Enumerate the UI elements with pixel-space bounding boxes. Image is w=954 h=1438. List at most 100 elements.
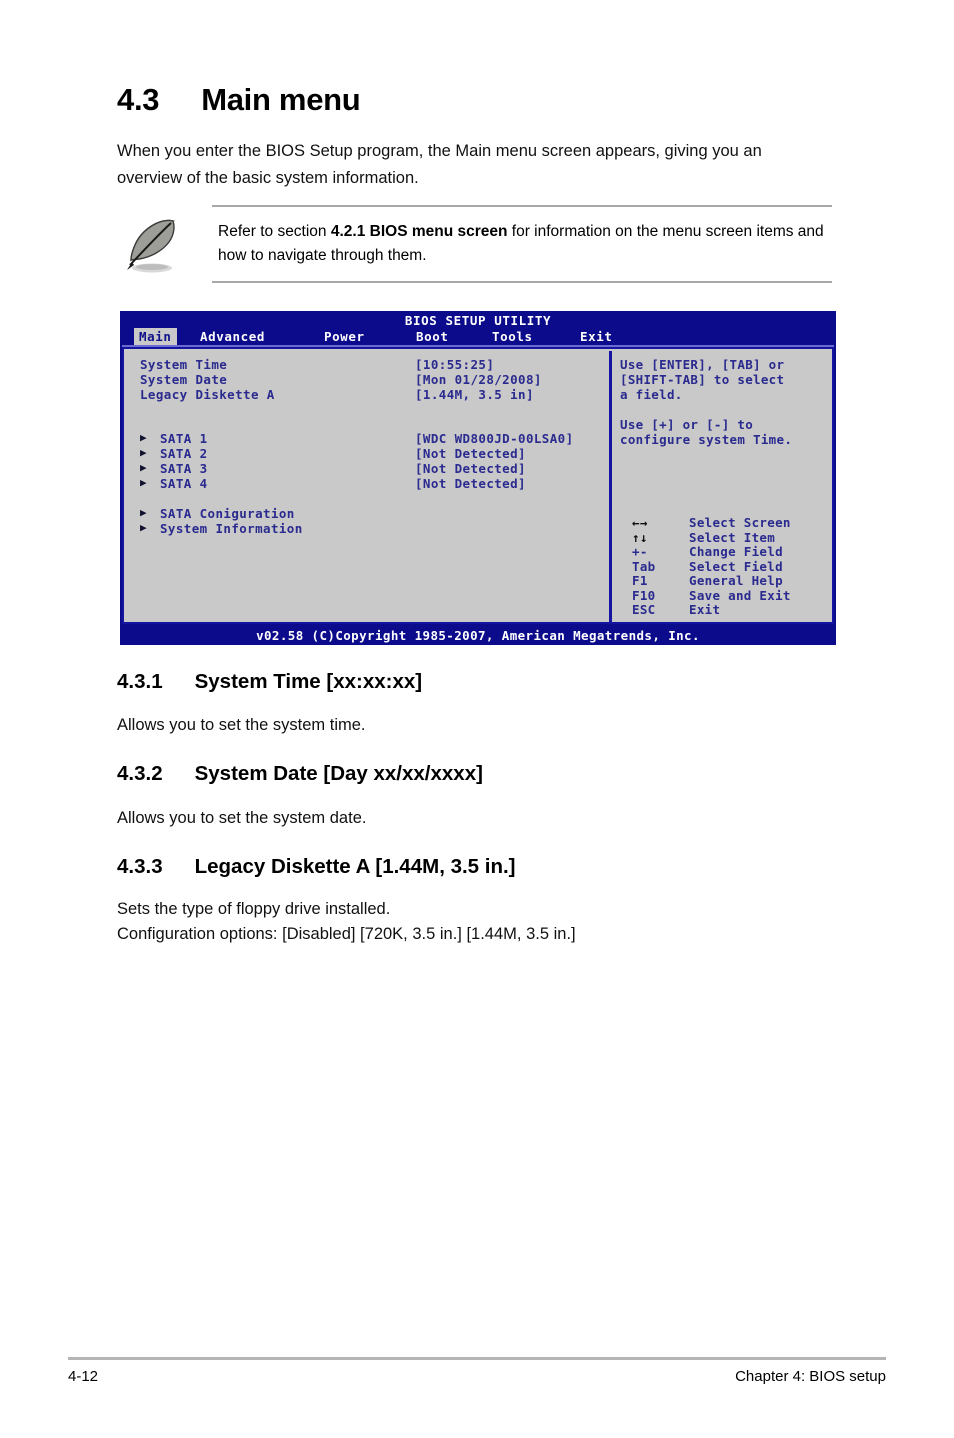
bios-item-system-date[interactable]: System Date [Mon 01/28/2008] xyxy=(140,372,600,387)
bios-key-change-field: +- Change Field xyxy=(632,544,827,560)
triangle-right-icon: ▶ xyxy=(140,461,148,474)
note-prefix: Refer to section xyxy=(218,223,331,240)
bios-item-sata-3[interactable]: ▶ SATA 3 [Not Detected] xyxy=(140,461,600,476)
feather-pen-icon xyxy=(122,213,184,277)
bios-help-panel: Use [ENTER], [TAB] or [SHIFT-TAB] to sel… xyxy=(620,357,820,447)
subsection-number: 4.3.1 xyxy=(117,670,163,693)
bios-item-sata-1[interactable]: ▶ SATA 1 [WDC WD800JD-00LSA0] xyxy=(140,431,600,446)
subsection-body-433-options: Configuration options: [Disabled] [720K,… xyxy=(117,925,576,943)
bios-key-desc: General Help xyxy=(689,573,783,588)
subsection-body-432: Allows you to set the system date. xyxy=(117,809,367,827)
bios-key-desc: Change Field xyxy=(689,544,783,559)
triangle-right-icon: ▶ xyxy=(140,431,148,444)
bios-settings-list: System Time [10:55:25] System Date [Mon … xyxy=(140,357,600,536)
bios-item-system-time[interactable]: System Time [10:55:25] xyxy=(140,357,600,372)
triangle-right-icon: ▶ xyxy=(140,476,148,489)
note-callout: Refer to section 4.2.1 BIOS menu screen … xyxy=(117,205,832,283)
triangle-right-icon: ▶ xyxy=(140,506,148,519)
triangle-right-icon: ▶ xyxy=(140,446,148,459)
bios-item-label: Legacy Diskette A xyxy=(140,387,275,402)
bios-key-select-screen: ←→ Select Screen xyxy=(632,515,827,531)
bios-item-value: [1.44M, 3.5 in] xyxy=(415,387,534,402)
bios-key-label: F1 xyxy=(632,573,648,588)
bios-utility-title: BIOS SETUP UTILITY xyxy=(404,313,552,328)
bios-key-desc: Select Item xyxy=(689,529,776,545)
bios-key-select-item: ↑↓ Select Item xyxy=(632,529,827,546)
bios-item-sata-2[interactable]: ▶ SATA 2 [Not Detected] xyxy=(140,446,600,461)
bios-item-value: [Not Detected] xyxy=(415,461,526,476)
bios-key-legend: ←→ Select Screen ↑↓ Select Item +- Chang… xyxy=(632,515,827,618)
bios-tab-main[interactable]: Main xyxy=(134,328,177,345)
subsection-heading-432: 4.3.2 System Date [Day xx/xx/xxxx] xyxy=(117,762,483,786)
bios-item-value: [Mon 01/28/2008] xyxy=(415,372,542,387)
bios-item-label: SATA Coniguration xyxy=(160,506,295,521)
bios-help-line: Use [ENTER], [TAB] or xyxy=(620,357,785,372)
bios-item-label: SATA 4 xyxy=(160,476,208,491)
bios-key-label: F10 xyxy=(632,587,656,603)
bios-key-label: +- xyxy=(632,544,648,559)
bios-item-value: [Not Detected] xyxy=(415,446,526,461)
subsection-heading-433: 4.3.3 Legacy Diskette A [1.44M, 3.5 in.] xyxy=(117,855,516,879)
section-number: 4.3 xyxy=(117,82,160,117)
bios-item-label: SATA 1 xyxy=(160,431,208,446)
bios-item-label: SATA 3 xyxy=(160,461,208,476)
subsection-body-433: Sets the type of floppy drive installed. xyxy=(117,900,391,918)
bios-tab-power[interactable]: Power xyxy=(319,328,370,345)
bios-menu-tab-bar: Main Advanced Power Boot Tools Exit xyxy=(120,328,836,345)
intro-paragraph: When you enter the BIOS Setup program, t… xyxy=(117,142,762,187)
bios-key-label: ESC xyxy=(632,602,656,617)
bios-item-sata-configuration[interactable]: ▶ SATA Coniguration xyxy=(140,506,600,521)
bios-setup-screenshot: BIOS SETUP UTILITY Main Advanced Power B… xyxy=(120,311,836,645)
bios-item-value: [Not Detected] xyxy=(415,476,526,491)
bios-key-select-field: Tab Select Field xyxy=(632,558,827,575)
bios-item-legacy-diskette-a[interactable]: Legacy Diskette A [1.44M, 3.5 in] xyxy=(140,387,600,402)
bios-tab-advanced[interactable]: Advanced xyxy=(195,328,270,345)
section-title: Main menu xyxy=(201,82,361,117)
bios-key-label: Tab xyxy=(632,558,656,574)
bios-tab-boot[interactable]: Boot xyxy=(411,328,454,345)
bios-help-line: configure system Time. xyxy=(620,432,793,447)
subsection-body-431: Allows you to set the system time. xyxy=(117,716,366,734)
bios-copyright-footer: v02.58 (C)Copyright 1985-2007, American … xyxy=(120,627,836,644)
bios-item-sata-4[interactable]: ▶ SATA 4 [Not Detected] xyxy=(140,476,600,491)
bios-key-desc: Select Field xyxy=(689,558,783,574)
note-bold-reference: 4.2.1 BIOS menu screen xyxy=(330,223,508,240)
bios-key-desc: Save and Exit xyxy=(689,587,791,603)
bios-panel-divider xyxy=(609,351,612,624)
bios-item-label: System Information xyxy=(160,521,303,536)
bios-item-system-information[interactable]: ▶ System Information xyxy=(140,521,600,536)
bios-item-value: [10:55:25] xyxy=(415,357,495,372)
subsection-heading-431: 4.3.1 System Time [xx:xx:xx] xyxy=(117,670,422,694)
document-page: 4.3 Main menu When you enter the BIOS Se… xyxy=(0,0,954,1438)
bios-key-desc: Select Screen xyxy=(689,515,791,530)
bios-item-label: System Time xyxy=(140,357,228,372)
up-down-arrow-icon: ↑↓ xyxy=(632,529,648,545)
subsection-title: System Date [Day xx/xx/xxxx] xyxy=(194,762,483,785)
bios-help-line: Use [+] or [-] to xyxy=(620,417,754,432)
bios-key-exit: ESC Exit xyxy=(632,602,827,618)
footer-page-number: 4-12 xyxy=(68,1368,99,1385)
bios-help-line: a field. xyxy=(620,387,683,402)
bios-help-line: [SHIFT-TAB] to select xyxy=(620,372,785,387)
bios-item-value: [WDC WD800JD-00LSA0] xyxy=(415,431,574,446)
subsection-number: 4.3.2 xyxy=(117,762,163,785)
subsection-number: 4.3.3 xyxy=(117,855,163,878)
triangle-right-icon: ▶ xyxy=(140,521,148,534)
left-right-arrow-icon: ←→ xyxy=(632,515,648,530)
bios-key-save-and-exit: F10 Save and Exit xyxy=(632,587,827,604)
bios-item-label: SATA 2 xyxy=(160,446,208,461)
note-text: Refer to section 4.2.1 BIOS menu screen … xyxy=(212,220,832,268)
bios-key-general-help: F1 General Help xyxy=(632,573,827,589)
bios-tab-tools[interactable]: Tools xyxy=(487,328,538,345)
bios-key-desc: Exit xyxy=(689,602,721,617)
bios-item-label: System Date xyxy=(140,372,228,387)
subsection-title: System Time [xx:xx:xx] xyxy=(194,670,423,693)
subsection-title: Legacy Diskette A [1.44M, 3.5 in.] xyxy=(194,855,516,878)
note-body: Refer to section 4.2.1 BIOS menu screen … xyxy=(212,205,832,283)
footer-chapter-label: Chapter 4: BIOS setup xyxy=(735,1368,886,1385)
bios-tab-exit[interactable]: Exit xyxy=(575,328,618,345)
